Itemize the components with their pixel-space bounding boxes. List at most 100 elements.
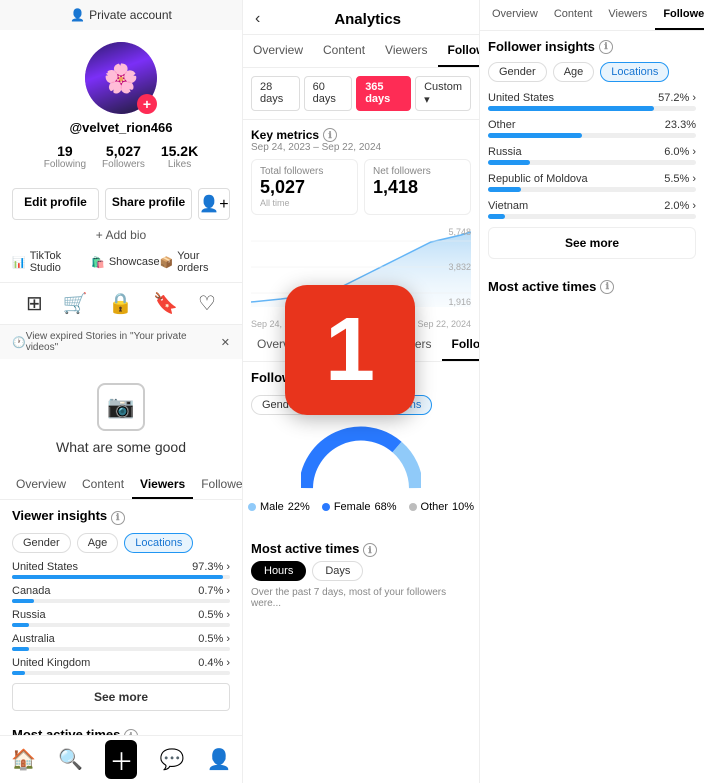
rp-tab-viewers[interactable]: Viewers [600, 0, 655, 30]
rp-chip-gender[interactable]: Gender [488, 62, 547, 82]
analytics-tab-content[interactable]: Content [313, 35, 375, 67]
rp-fi-info-icon[interactable]: ℹ [599, 40, 613, 54]
rp-tab-followers[interactable]: Followers [655, 0, 704, 30]
center-days-btn[interactable]: Days [312, 561, 363, 581]
country-name: Russia [12, 609, 46, 621]
following-count: 19 [57, 143, 73, 159]
date-60-days[interactable]: 60 days [304, 76, 353, 111]
heart-icon[interactable]: ♡ [198, 291, 216, 316]
analytics-tab-overview[interactable]: Overview [243, 35, 313, 67]
rp-tab-content[interactable]: Content [546, 0, 601, 30]
followers-count: 5,027 [106, 143, 141, 159]
bnav-profile[interactable]: 👤 [207, 747, 232, 772]
stat-followers: 5,027 Followers [102, 143, 145, 170]
viewer-filter-chips: Gender Age Locations [12, 533, 230, 553]
plus-icon: ＋ [105, 740, 137, 779]
avatar-add-button[interactable]: + [137, 94, 157, 114]
bnav-home[interactable]: 🏠 [11, 747, 36, 772]
rp-country-row-russia: Russia 6.0% › [488, 146, 696, 165]
analytics-header: ‹ Analytics [243, 0, 479, 35]
rp-mat-info-icon[interactable]: ℹ [600, 280, 614, 294]
expired-stories-text: View expired Stories in "Your private vi… [26, 331, 221, 353]
rp-country-name: Other [488, 119, 516, 131]
tiktok-studio-link[interactable]: 📊 TikTok Studio [12, 250, 91, 274]
date-365-days[interactable]: 365 days [356, 76, 411, 111]
clock-icon: 🕐 [12, 336, 26, 349]
country-row-au: Australia 0.5% › [12, 633, 230, 651]
rp-country-row-moldova: Republic of Moldova 5.5% › [488, 173, 696, 192]
date-range-row: 28 days 60 days 365 days Custom ▾ [243, 68, 479, 120]
profile-buttons: Edit profile Share profile 👤+ [0, 188, 242, 220]
add-person-button[interactable]: 👤+ [198, 188, 230, 220]
expired-stories-bar: 🕐 View expired Stories in "Your private … [0, 325, 242, 359]
bookmark-icon[interactable]: 🔖 [153, 291, 178, 316]
center-hours-btn[interactable]: Hours [251, 561, 306, 581]
analytics-tab-followers[interactable]: Followers [438, 35, 479, 67]
tab-followers[interactable]: Followers [193, 471, 243, 499]
rp-country-percent: 23.3% [665, 119, 696, 131]
key-metrics-section: Key metrics ℹ Sep 24, 2023 – Sep 22, 202… [243, 120, 479, 223]
inbox-icon: 💬 [160, 747, 185, 772]
ab-tab-followers[interactable]: Followers [442, 329, 479, 361]
female-dot [322, 503, 330, 511]
tab-content[interactable]: Content [74, 471, 132, 499]
private-account-bar: 👤 Private account [0, 0, 242, 30]
rp-see-more-button[interactable]: See more [488, 227, 696, 259]
shop-icon[interactable]: 🛒 [63, 291, 88, 316]
likes-label: Likes [168, 159, 191, 170]
your-orders-link[interactable]: 📦 Your orders [160, 250, 230, 274]
following-label: Following [44, 159, 86, 170]
country-name: Canada [12, 585, 51, 597]
edit-profile-button[interactable]: Edit profile [12, 188, 99, 220]
country-name: United States [12, 561, 78, 573]
share-profile-button[interactable]: Share profile [105, 188, 192, 220]
gender-chart-area [251, 423, 471, 493]
rp-country-row-other: Other 23.3% [488, 119, 696, 138]
bnav-plus[interactable]: ＋ [105, 740, 137, 779]
right-panel: Overview Content Viewers Followers Follo… [480, 0, 704, 783]
viewer-insights-info-icon[interactable]: ℹ [111, 511, 125, 525]
date-28-days[interactable]: 28 days [251, 76, 300, 111]
rp-country-name: Republic of Moldova [488, 173, 588, 185]
rp-chip-age[interactable]: Age [553, 62, 595, 82]
rp-tab-overview[interactable]: Overview [484, 0, 546, 30]
chip-gender[interactable]: Gender [12, 533, 71, 553]
tab-overview[interactable]: Overview [8, 471, 74, 499]
close-icon[interactable]: ✕ [221, 336, 230, 349]
showcase-icon: 🛍️ [91, 256, 105, 269]
metrics-cards: Total followers 5,027 All time Net follo… [251, 159, 471, 215]
home-icon: 🏠 [11, 747, 36, 772]
gender-donut-chart [301, 423, 421, 493]
viewer-insights-title: Viewer insights ℹ [12, 508, 230, 525]
back-arrow[interactable]: ‹ [255, 10, 260, 28]
content-placeholder: 📷 What are some good [0, 359, 242, 463]
add-bio-row[interactable]: + Add bio [0, 228, 242, 242]
chart-y-labels: 5,748 3,832 1,916 [448, 227, 471, 307]
analytics-tab-viewers[interactable]: Viewers [375, 35, 437, 67]
center-mat-info-icon[interactable]: ℹ [363, 543, 377, 557]
viewer-insights-section: Viewer insights ℹ Gender Age Locations U… [0, 500, 242, 719]
rp-fi-title: Follower insights ℹ [488, 39, 696, 54]
center-most-active-title: Most active times ℹ [251, 541, 471, 558]
chip-locations[interactable]: Locations [124, 533, 193, 553]
showcase-link[interactable]: 🛍️ Showcase [91, 250, 159, 274]
profile-links-row: 📊 TikTok Studio 🛍️ Showcase 📦 Your order… [0, 242, 242, 282]
rp-chip-locations[interactable]: Locations [600, 62, 669, 82]
lock-icon[interactable]: 🔒 [108, 291, 133, 316]
bnav-search[interactable]: 🔍 [58, 747, 83, 772]
country-name: United Kingdom [12, 657, 90, 669]
rp-country-row-vietnam: Vietnam 2.0% › [488, 200, 696, 219]
bnav-inbox[interactable]: 💬 [160, 747, 185, 772]
grid-icon[interactable]: ⊞ [26, 291, 43, 316]
country-percent: 0.5% › [198, 633, 230, 645]
viewer-country-list: United States 97.3% › Canada 0.7% › Russ… [12, 561, 230, 675]
country-percent: 97.3% › [192, 561, 230, 573]
center-most-active: Most active times ℹ Hours Days Over the … [243, 525, 479, 618]
date-custom[interactable]: Custom ▾ [415, 76, 471, 111]
total-followers-value: 5,027 [260, 177, 349, 198]
key-metrics-info-icon[interactable]: ℹ [323, 128, 337, 142]
country-percent: 0.7% › [198, 585, 230, 597]
see-more-button[interactable]: See more [12, 683, 230, 711]
tab-viewers[interactable]: Viewers [132, 471, 193, 499]
chip-age[interactable]: Age [77, 533, 119, 553]
